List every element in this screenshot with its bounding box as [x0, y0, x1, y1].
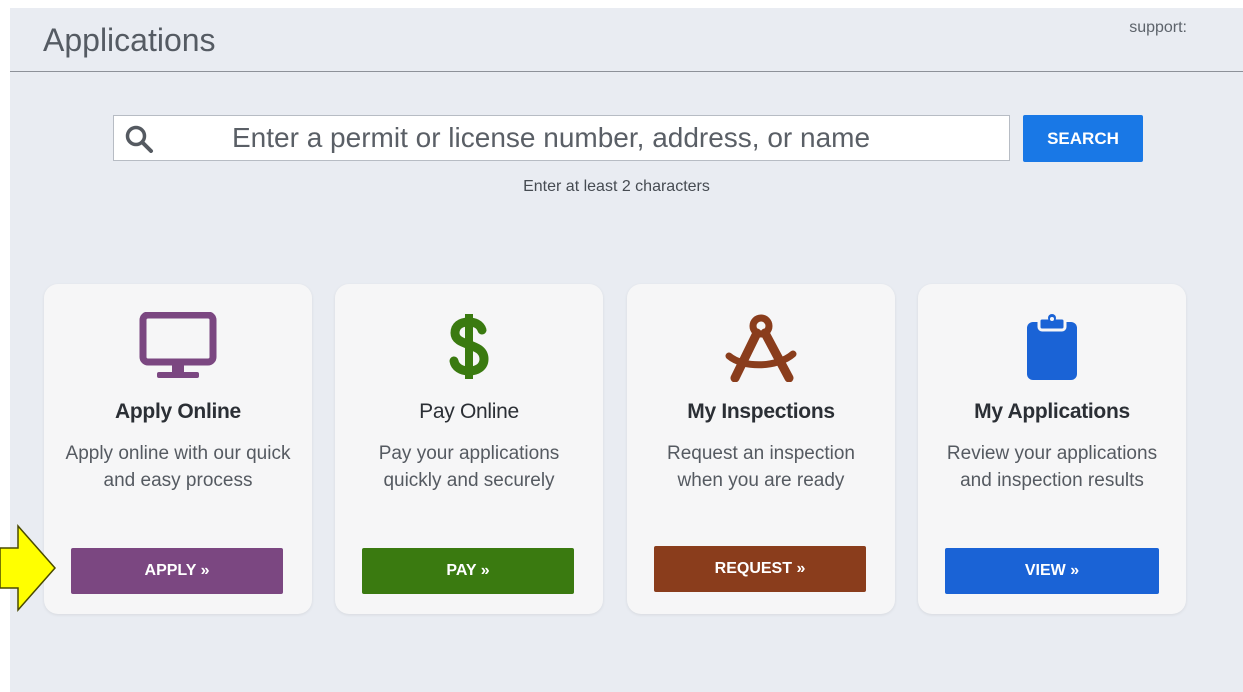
card-title: Apply Online	[115, 400, 241, 423]
request-button[interactable]: REQUEST »	[654, 546, 866, 592]
search-box	[113, 115, 1010, 161]
card-title: Pay Online	[419, 400, 519, 423]
card-apply-online: Apply Online Apply online with our quick…	[44, 284, 312, 614]
search-input[interactable]	[172, 116, 992, 160]
card-pay-online: Pay Online Pay your applications quickly…	[335, 284, 603, 614]
card-my-inspections: My Inspections Request an inspection whe…	[627, 284, 895, 614]
dollar-icon	[335, 312, 603, 382]
search-icon	[125, 125, 153, 153]
pay-button[interactable]: PAY »	[362, 548, 574, 594]
search-button[interactable]: SEARCH	[1023, 115, 1143, 162]
page-header: Applications support:	[10, 8, 1243, 72]
yellow-arrow-icon	[0, 524, 56, 612]
page: Applications support: SEARCH Enter at le…	[10, 8, 1243, 692]
apply-button[interactable]: APPLY »	[71, 548, 283, 594]
clipboard-icon	[918, 312, 1186, 382]
card-title: My Applications	[974, 400, 1130, 423]
search-hint: Enter at least 2 characters	[523, 178, 710, 195]
card-description: Review your applications and inspection …	[946, 443, 1158, 491]
compass-icon	[627, 312, 895, 382]
card-description: Request an inspection when you are ready	[666, 443, 855, 491]
view-button[interactable]: VIEW »	[945, 548, 1159, 594]
card-description: Pay your applications quickly and secure…	[378, 443, 560, 491]
card-description: Apply online with our quick and easy pro…	[65, 443, 291, 491]
card-my-applications: My Applications Review your applications…	[918, 284, 1186, 614]
support-label: support:	[1129, 19, 1187, 36]
card-title: My Inspections	[687, 400, 835, 423]
page-title: Applications	[43, 22, 216, 58]
monitor-icon	[44, 312, 312, 382]
